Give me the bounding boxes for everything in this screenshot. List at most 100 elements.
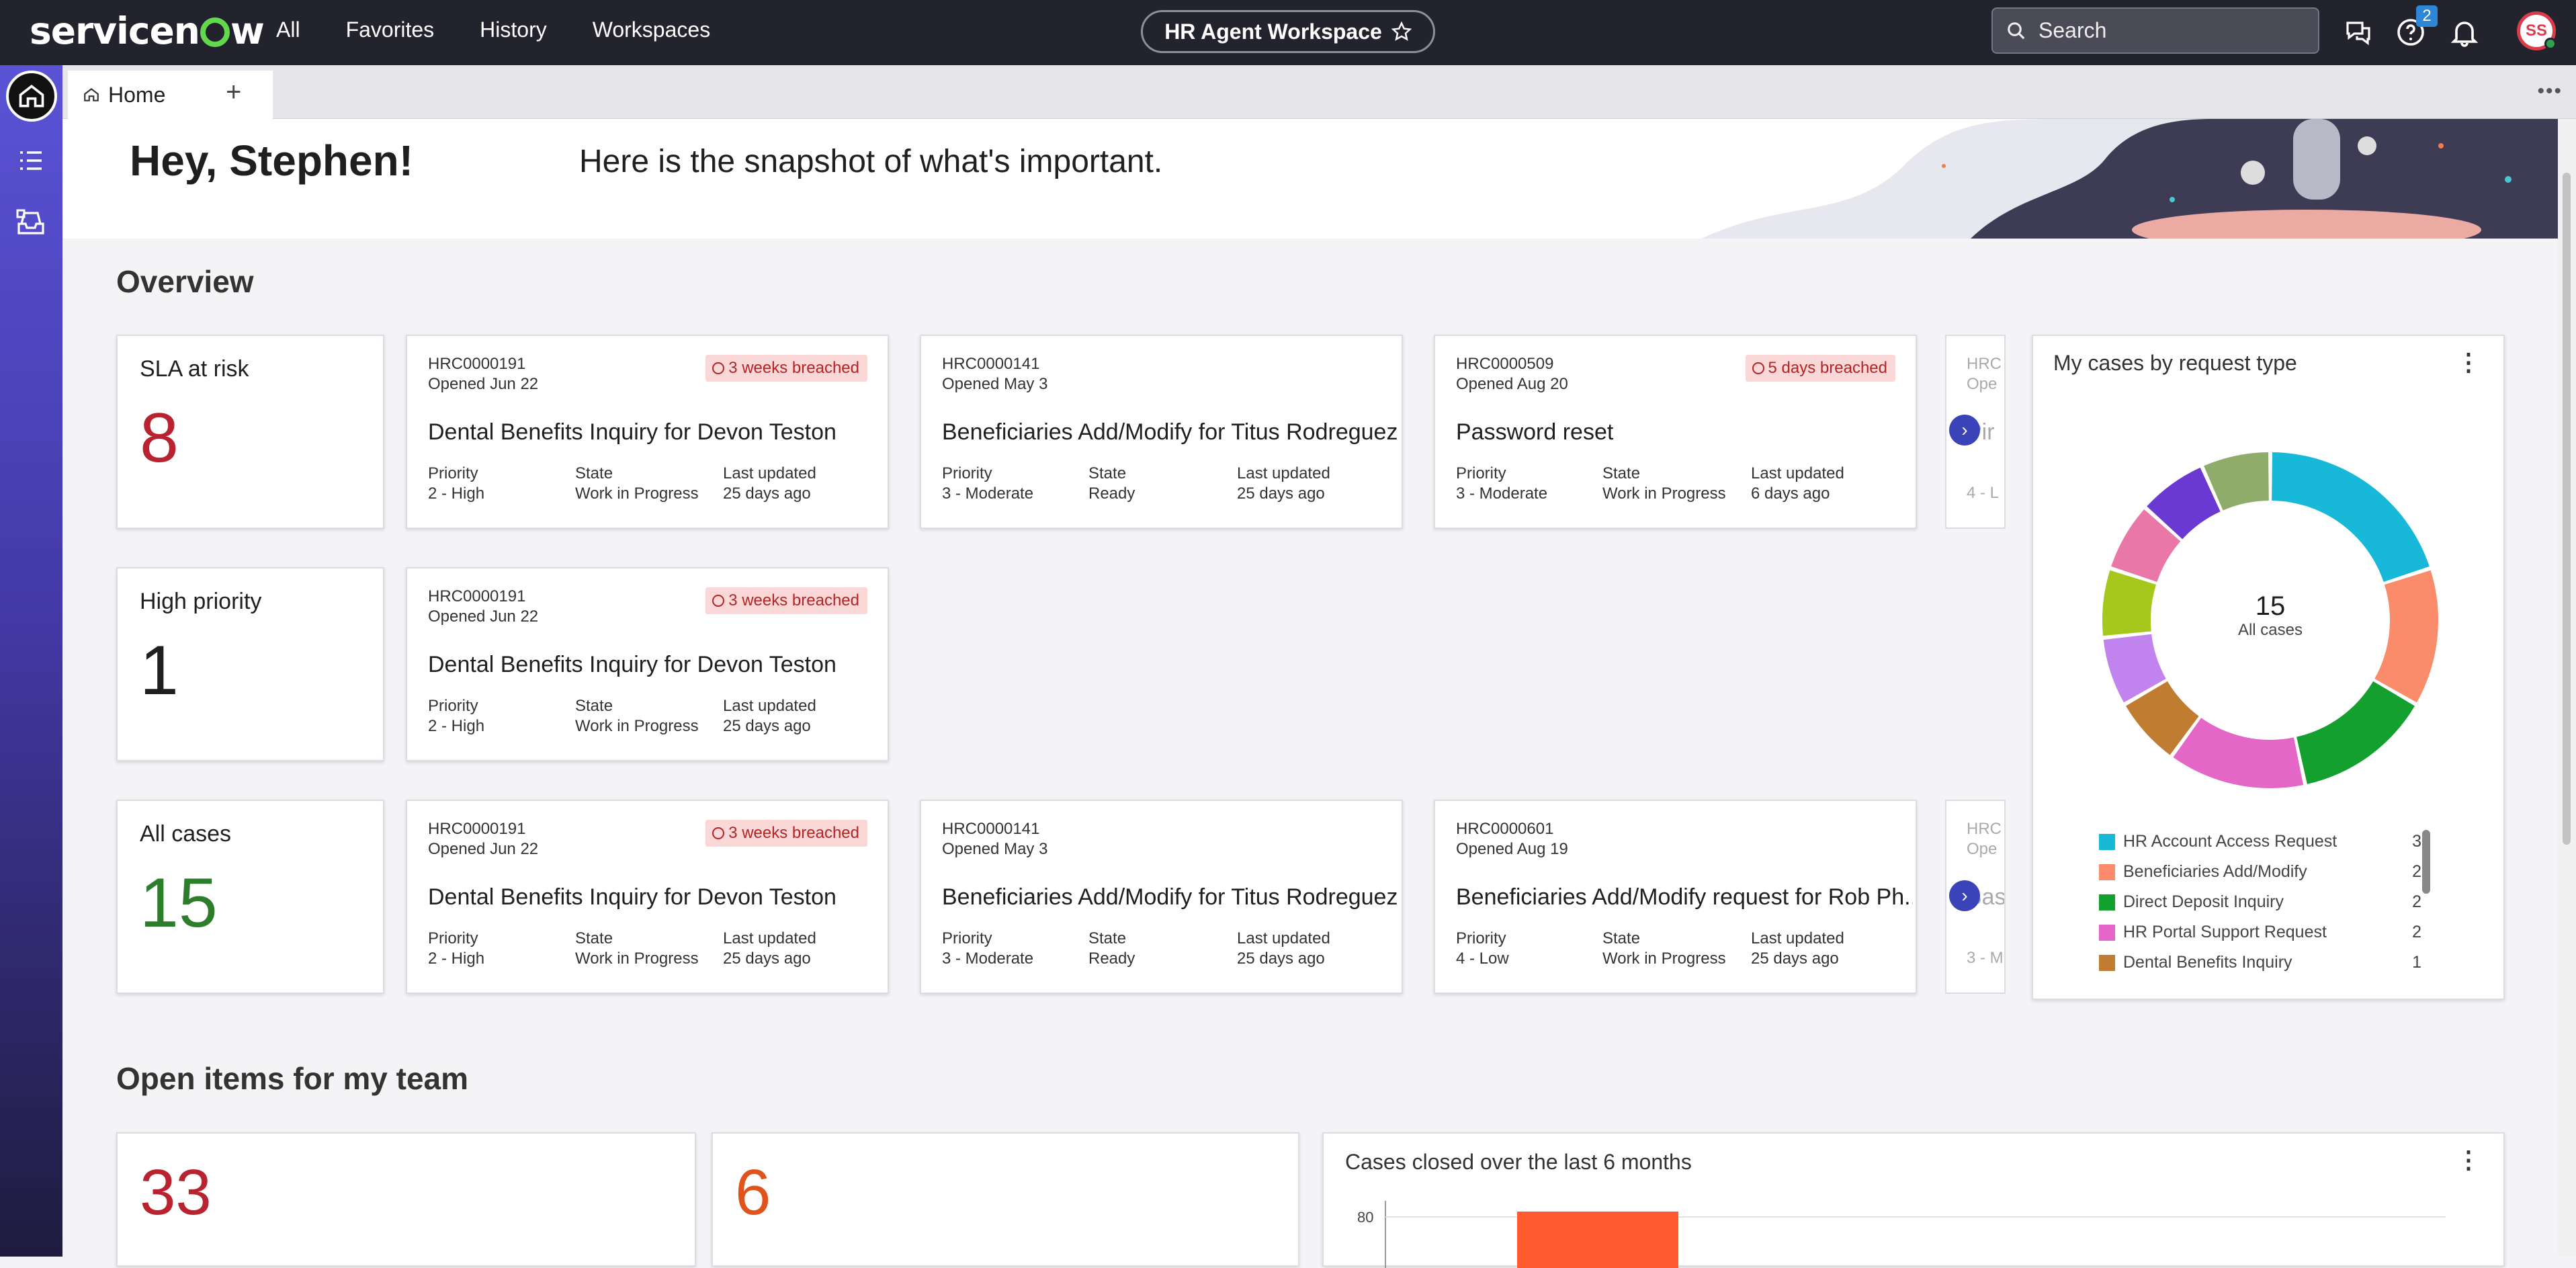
team-kpi-card[interactable]: 6	[712, 1132, 1299, 1267]
updated-field: Last updated 25 days ago	[723, 929, 816, 969]
kpi-all-cases[interactable]: All cases 15	[116, 800, 384, 994]
widget-title: My cases by request type	[2053, 351, 2297, 375]
state-field: State Ready	[1088, 929, 1135, 969]
cases-closed-chart-widget: Cases closed over the last 6 months ⋮ 80	[1322, 1132, 2506, 1268]
bar-chart[interactable]: 80	[1324, 1201, 2506, 1268]
nav-history[interactable]: History	[480, 17, 547, 42]
field-label: Last updated	[1237, 464, 1330, 482]
case-number: HRC0000141	[942, 355, 1040, 373]
bell-icon[interactable]	[2448, 16, 2481, 48]
case-title[interactable]: Beneficiaries Add/Modify for Titus Rodre…	[942, 884, 1399, 911]
peek-priority: 3 - M	[1967, 949, 2004, 967]
open-items-heading: Open items for my team	[116, 1061, 469, 1096]
kpi-high-priority[interactable]: High priority 1	[116, 567, 384, 761]
kpi-label: All cases	[140, 821, 232, 847]
field-label: State	[575, 464, 613, 482]
legend-label: HR Account Access Request	[2123, 832, 2337, 851]
chat-icon[interactable]	[2342, 16, 2374, 48]
case-card[interactable]: HRC0000191 Opened Jun 22 Dental Benefits…	[406, 800, 889, 994]
legend-item[interactable]: Dental Benefits Inquiry 1	[2099, 947, 2421, 978]
donut-slice[interactable]	[2173, 718, 2304, 788]
donut-center-value: 15	[2255, 591, 2286, 621]
case-card[interactable]: HRC0000141 Opened May 3 Beneficiaries Ad…	[920, 335, 1403, 529]
case-title[interactable]: Dental Benefits Inquiry for Devon Teston	[428, 884, 885, 911]
list-icon[interactable]	[15, 144, 47, 177]
next-card-arrow[interactable]: ›	[1949, 415, 1980, 446]
case-title[interactable]: Beneficiaries Add/Modify request for Rob…	[1456, 884, 1913, 911]
star-icon[interactable]	[1391, 22, 1412, 42]
case-opened-date: Opened Jun 22	[428, 840, 539, 858]
team-kpi-card[interactable]: 33	[116, 1132, 696, 1267]
nav-all[interactable]: All	[276, 17, 300, 42]
case-title[interactable]: Dental Benefits Inquiry for Devon Teston	[428, 419, 885, 446]
legend-swatch	[2099, 954, 2115, 971]
more-options-icon[interactable]: •••	[2537, 80, 2563, 103]
legend-item[interactable]: Direct Deposit Inquiry 2	[2099, 887, 2421, 917]
home-nav-button[interactable]	[6, 71, 57, 122]
legend-item[interactable]: HR Account Access Request 3	[2099, 827, 2421, 857]
case-card[interactable]: HRC0000141 Opened May 3 Beneficiaries Ad…	[920, 800, 1403, 994]
next-card-arrow[interactable]: ›	[1949, 880, 1980, 911]
case-number: HRC0000191	[428, 820, 526, 838]
legend-label: Direct Deposit Inquiry	[2123, 892, 2284, 911]
cases-by-request-type-widget: My cases by request type ⋮ 15 All cases …	[2032, 335, 2505, 1000]
tab-home[interactable]: Home	[68, 71, 273, 119]
nav-workspaces[interactable]: Workspaces	[593, 17, 710, 42]
donut-slice[interactable]	[2272, 452, 2430, 582]
priority-value: 3 - Moderate	[1456, 484, 1548, 503]
case-title[interactable]: Beneficiaries Add/Modify for Titus Rodre…	[942, 419, 1399, 446]
field-label: State	[1088, 929, 1127, 947]
sla-breached-badge: 5 days breached	[1745, 355, 1895, 382]
y-tick-label: 80	[1357, 1209, 1373, 1226]
state-value: Work in Progress	[1602, 484, 1726, 503]
updated-field: Last updated 25 days ago	[723, 464, 816, 504]
user-avatar[interactable]: SS	[2517, 11, 2557, 50]
field-label: Priority	[942, 464, 992, 482]
case-card[interactable]: HRC0000191 Opened Jun 22 Dental Benefits…	[406, 335, 889, 529]
priority-field: Priority 2 - High	[428, 696, 484, 736]
field-label: Priority	[428, 697, 478, 715]
case-card[interactable]: HRC0000191 Opened Jun 22 Dental Benefits…	[406, 567, 889, 761]
servicenow-logo[interactable]: servicen w	[30, 9, 265, 52]
overview-heading: Overview	[116, 264, 254, 299]
inbox-icon[interactable]	[15, 206, 47, 239]
peek-case-id: HRC	[1967, 355, 2002, 373]
breach-text: 3 weeks breached	[728, 824, 859, 842]
widget-menu-icon[interactable]: ⋮	[2456, 348, 2481, 376]
add-tab-button[interactable]: +	[226, 77, 241, 108]
page-scrollbar[interactable]	[2558, 119, 2576, 1257]
state-field: State Work in Progress	[575, 929, 699, 969]
nav-favorites[interactable]: Favorites	[346, 17, 435, 42]
kpi-value: 1	[140, 632, 179, 710]
global-search-input[interactable]: Search	[1991, 7, 2319, 54]
presence-dot	[2544, 38, 2557, 50]
scrollbar-thumb[interactable]	[2563, 173, 2571, 845]
updated-field: Last updated 6 days ago	[1751, 464, 1844, 504]
case-title[interactable]: Dental Benefits Inquiry for Devon Teston	[428, 652, 885, 678]
case-opened-date: Opened Aug 19	[1456, 840, 1568, 858]
priority-field: Priority 4 - Low	[1456, 929, 1509, 969]
widget-menu-icon[interactable]: ⋮	[2456, 1146, 2481, 1174]
legend-label: Beneficiaries Add/Modify	[2123, 862, 2307, 881]
left-sidebar	[0, 65, 62, 1257]
field-label: Priority	[428, 929, 478, 947]
bar[interactable]	[1517, 1212, 1678, 1268]
clock-icon	[712, 827, 725, 839]
updated-value: 25 days ago	[723, 717, 811, 735]
legend-item[interactable]: Beneficiaries Add/Modify 2	[2099, 857, 2421, 887]
case-number: HRC0000191	[428, 355, 526, 373]
team-kpi-value: 33	[140, 1156, 212, 1228]
kpi-sla-at-risk[interactable]: SLA at risk 8	[116, 335, 384, 529]
case-card[interactable]: HRC0000601 Opened Aug 19 Beneficiaries A…	[1434, 800, 1917, 994]
legend-scrollbar[interactable]	[2422, 830, 2430, 894]
state-value: Work in Progress	[575, 717, 699, 735]
donut-slice[interactable]	[2296, 681, 2415, 784]
case-title[interactable]: Password reset	[1456, 419, 1913, 446]
workspace-switcher-button[interactable]: HR Agent Workspace	[1141, 10, 1435, 53]
updated-field: Last updated 25 days ago	[1751, 929, 1844, 969]
legend-item[interactable]: HR Portal Support Request 2	[2099, 917, 2421, 947]
case-opened-date: Opened Jun 22	[428, 607, 539, 626]
updated-field: Last updated 25 days ago	[1237, 464, 1330, 504]
state-field: State Work in Progress	[1602, 464, 1726, 504]
case-card[interactable]: HRC0000509 Opened Aug 20 Password reset …	[1434, 335, 1917, 529]
